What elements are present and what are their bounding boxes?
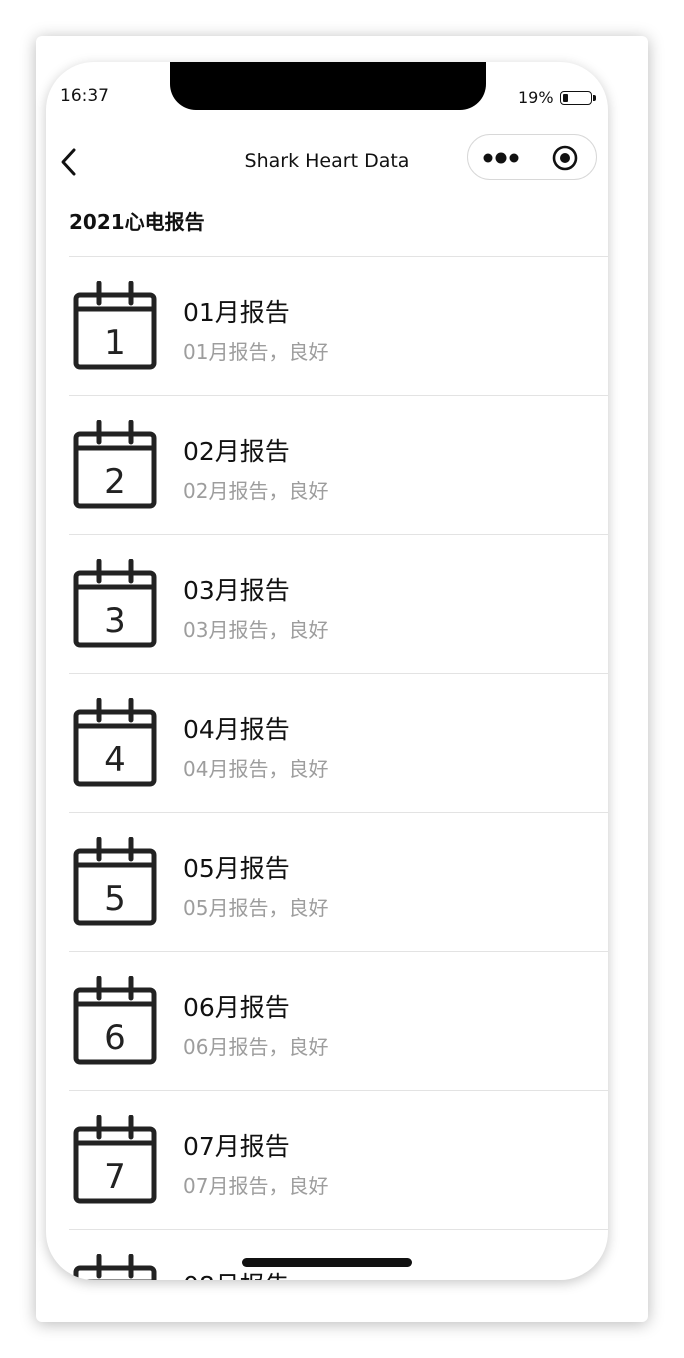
report-subtitle: 01月报告，良好: [183, 340, 329, 364]
report-list-item[interactable]: 2 02月报告 02月报告，良好: [69, 395, 608, 534]
report-subtitle: 02月报告，良好: [183, 479, 329, 503]
section-title: 2021心电报告: [69, 210, 205, 234]
report-list-item[interactable]: 3 03月报告 03月报告，良好: [69, 534, 608, 673]
calendar-icon: 5: [73, 837, 157, 926]
back-button[interactable]: [58, 146, 82, 178]
phone-screen: 16:37 19% Shark Heart Data 2021心电报告 1 01…: [46, 62, 608, 1280]
calendar-icon: 6: [73, 976, 157, 1065]
report-title: 04月报告: [183, 715, 290, 744]
calendar-day-number: 1: [104, 323, 126, 363]
battery-percent: 19%: [518, 88, 554, 107]
report-list-item[interactable]: 6 06月报告 06月报告，良好: [69, 951, 608, 1090]
report-subtitle: 03月报告，良好: [183, 618, 329, 642]
calendar-icon: 8: [73, 1254, 157, 1280]
report-title: 05月报告: [183, 854, 290, 883]
report-subtitle: 07月报告，良好: [183, 1174, 329, 1198]
battery-level-fill: [562, 93, 568, 102]
calendar-day-number: 4: [104, 740, 126, 780]
calendar-icon: 3: [73, 559, 157, 648]
report-title: 03月报告: [183, 576, 290, 605]
status-time: 16:37: [60, 86, 109, 106]
calendar-day-number: 2: [104, 462, 126, 502]
calendar-day-number: 6: [104, 1018, 126, 1058]
more-dots-icon: [483, 152, 519, 164]
calendar-day-number: 5: [104, 879, 126, 919]
target-circle-icon: [552, 145, 578, 171]
report-subtitle: 05月报告，良好: [183, 896, 329, 920]
close-button[interactable]: [552, 145, 578, 171]
report-title: 01月报告: [183, 298, 290, 327]
device-notch: [170, 62, 486, 110]
battery-icon: [559, 90, 596, 105]
report-list-item[interactable]: 1 01月报告 01月报告，良好: [69, 256, 608, 395]
report-list-item[interactable]: 8 08月报告: [69, 1229, 608, 1280]
report-subtitle: 06月报告，良好: [183, 1035, 329, 1059]
report-title: 07月报告: [183, 1132, 290, 1161]
calendar-day-number: 3: [104, 601, 126, 641]
report-list: 1 01月报告 01月报告，良好 2 02月报告 02月报告，良好 3 03月报告 03月报告，…: [69, 256, 608, 1280]
status-battery: 19%: [518, 88, 596, 107]
chevron-left-icon: [61, 148, 76, 176]
calendar-day-number: 7: [104, 1157, 126, 1197]
page-title: Shark Heart Data: [244, 150, 410, 172]
calendar-icon: 2: [73, 420, 157, 509]
home-indicator: [242, 1258, 412, 1267]
report-title: 08月报告: [183, 1266, 290, 1280]
report-list-item[interactable]: 4 04月报告 04月报告，良好: [69, 673, 608, 812]
report-subtitle: 04月报告，良好: [183, 757, 329, 781]
calendar-icon: 1: [73, 281, 157, 370]
mini-program-capsule: [467, 134, 597, 180]
calendar-icon: 7: [73, 1115, 157, 1204]
calendar-icon: 4: [73, 698, 157, 787]
report-title: 02月报告: [183, 437, 290, 466]
report-list-item[interactable]: 5 05月报告 05月报告，良好: [69, 812, 608, 951]
more-button[interactable]: [482, 147, 522, 169]
report-title: 06月报告: [183, 993, 290, 1022]
report-list-item[interactable]: 7 07月报告 07月报告，良好: [69, 1090, 608, 1229]
